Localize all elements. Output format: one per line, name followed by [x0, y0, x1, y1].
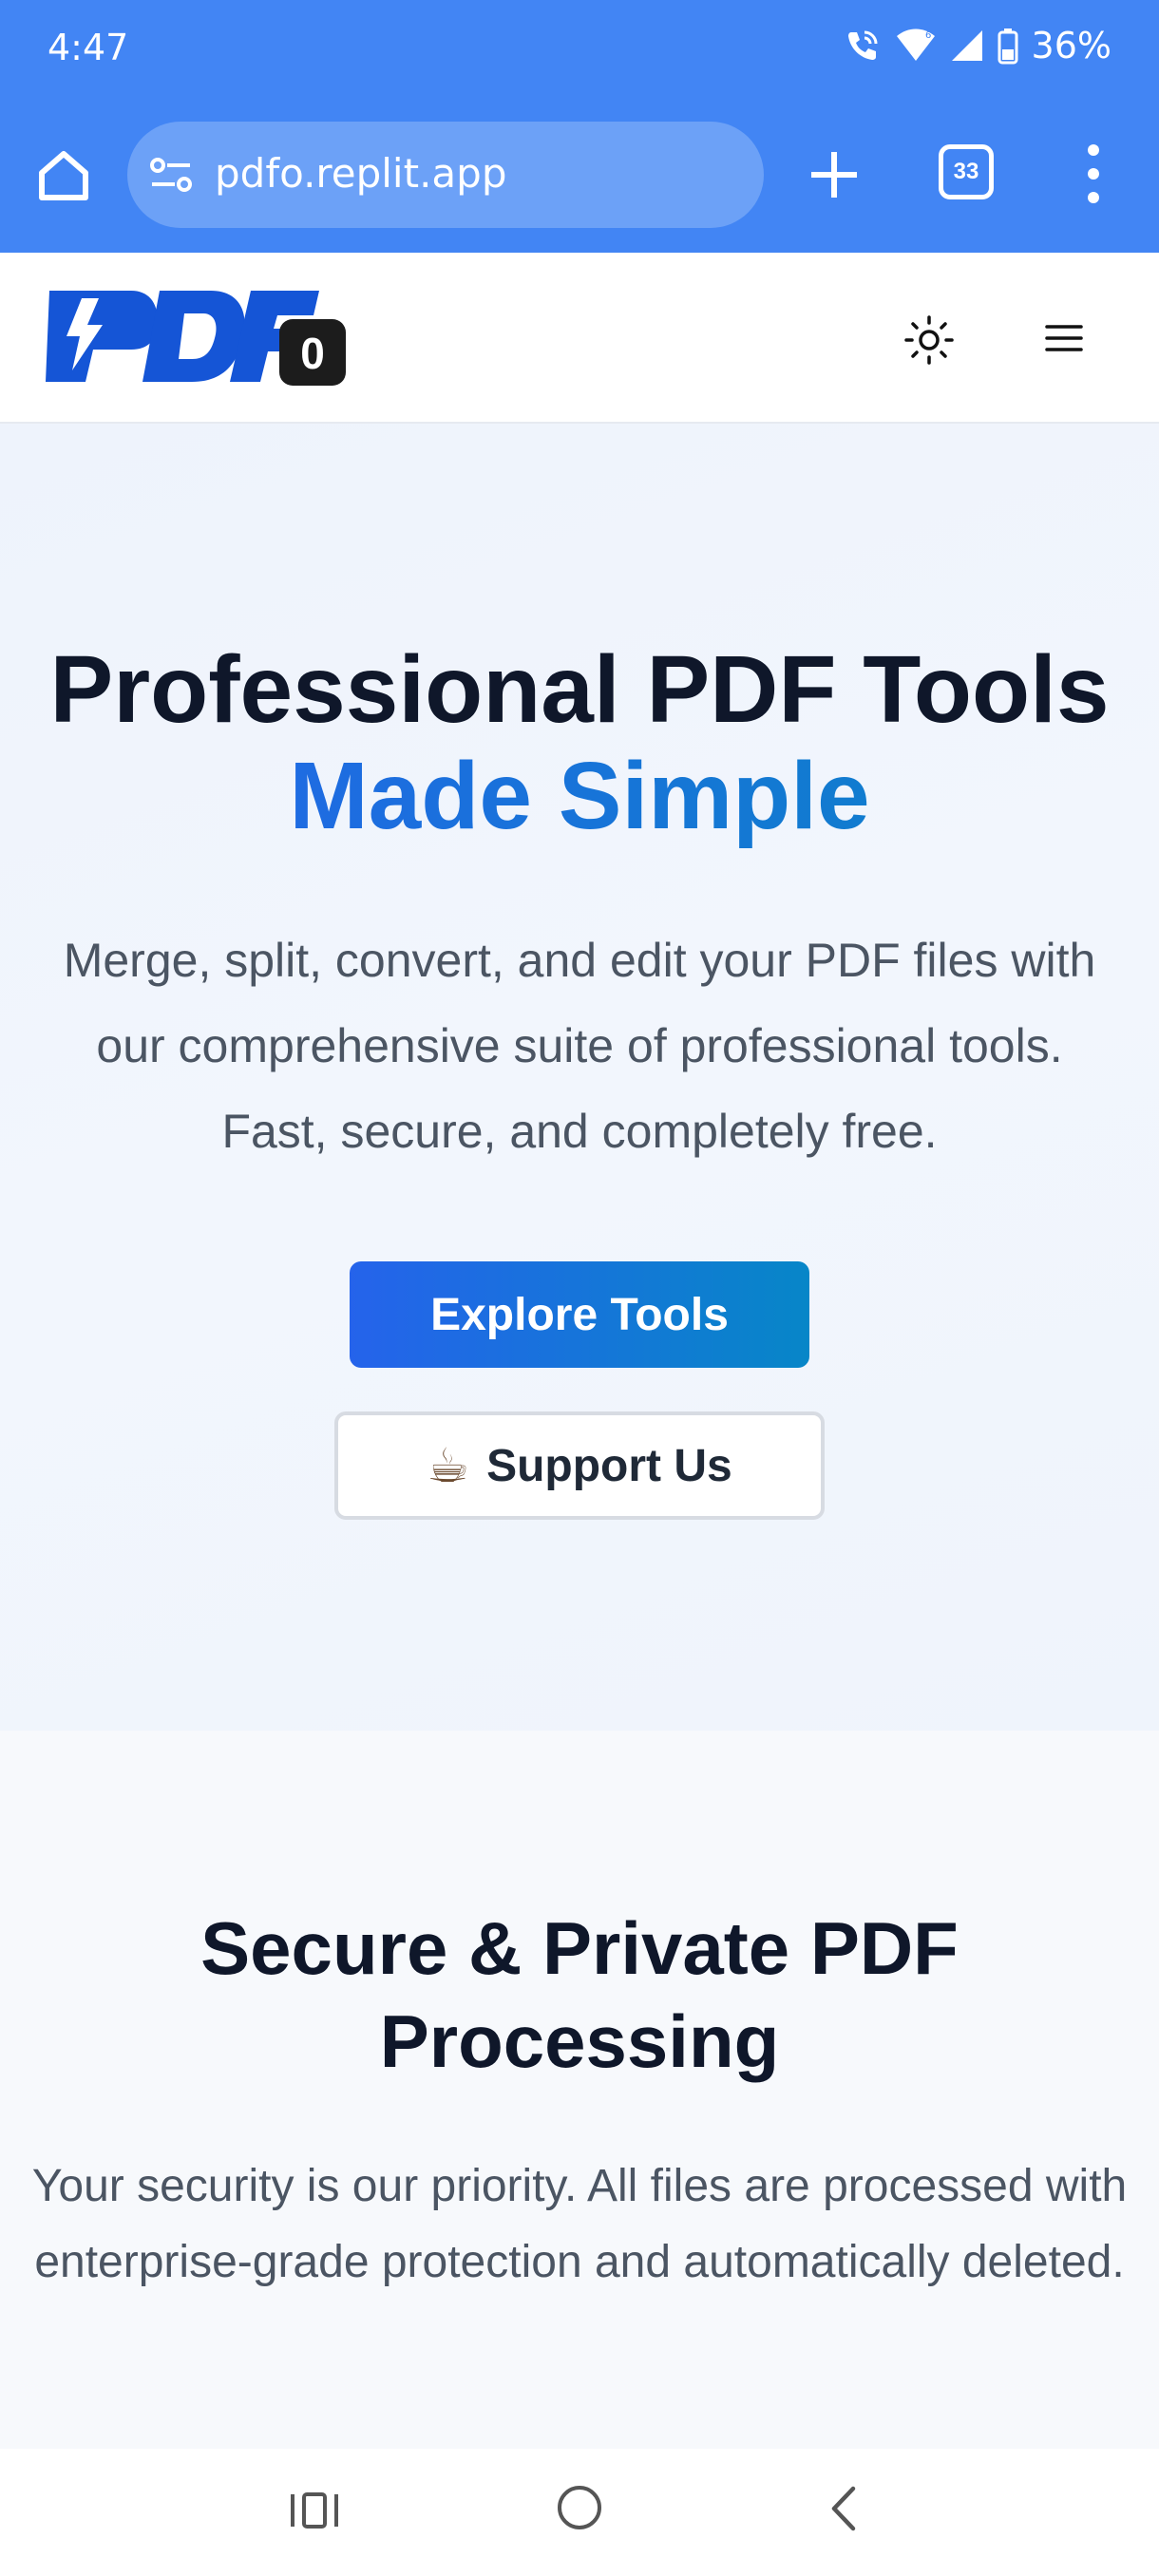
back-icon[interactable] — [823, 2483, 864, 2534]
tab-switcher-icon[interactable]: 33 — [939, 144, 994, 199]
explore-tools-label: Explore Tools — [430, 1289, 729, 1340]
pdfo-logo[interactable]: 0 — [44, 287, 350, 391]
hero-title-line1: Professional PDF Tools — [49, 636, 1110, 743]
url-row: pdfo.replit.app 33 — [0, 112, 1159, 237]
wifi-6-icon: 6 — [896, 28, 935, 61]
overflow-menu-icon[interactable] — [1079, 141, 1108, 207]
status-time: 4:47 — [48, 27, 129, 68]
security-title: Secure & Private PDF Processing — [200, 1906, 959, 2083]
coffee-cup-icon: ☕ — [427, 1438, 470, 1493]
hero-title: Professional PDF Tools Made Simple — [0, 636, 1159, 849]
explore-tools-button[interactable]: Explore Tools — [350, 1261, 809, 1368]
security-section: Secure & Private PDF Processing Your sec… — [0, 1731, 1159, 2449]
cell-signal-icon — [951, 30, 982, 61]
security-description: Your security is our priority. All files… — [31, 2161, 1128, 2287]
battery-percent: 36% — [1031, 25, 1112, 66]
status-icons: 6 36% — [844, 25, 1112, 66]
tab-count: 33 — [953, 159, 979, 184]
status-bar: 4:47 6 36% — [0, 0, 1159, 101]
home-circle-icon[interactable] — [555, 2483, 604, 2532]
browser-chrome: 4:47 6 36% pdfo.replit.app 33 — [0, 0, 1159, 253]
wifi-calling-icon — [847, 30, 878, 60]
recents-icon[interactable] — [289, 2487, 340, 2534]
sun-icon[interactable] — [901, 312, 958, 369]
url-text: pdfo.replit.app — [215, 150, 507, 197]
hamburger-menu-icon[interactable] — [1037, 312, 1091, 365]
svg-text:6: 6 — [925, 30, 931, 41]
hero-title-line2: Made Simple — [0, 743, 1159, 849]
new-tab-icon[interactable] — [806, 146, 863, 203]
hero-section: Professional PDF Tools Made Simple Merge… — [0, 424, 1159, 1731]
hero-description: Merge, split, convert, and edit your PDF… — [63, 934, 1096, 1158]
site-settings-icon[interactable] — [150, 156, 192, 194]
home-icon[interactable] — [34, 146, 93, 205]
address-bar[interactable]: pdfo.replit.app — [127, 122, 764, 228]
battery-icon — [998, 28, 1018, 65]
support-us-button[interactable]: ☕ Support Us — [334, 1411, 825, 1520]
svg-text:0: 0 — [300, 329, 325, 378]
site-header: 0 — [0, 253, 1159, 424]
system-nav-bar — [0, 2449, 1159, 2576]
support-us-label: Support Us — [486, 1440, 732, 1491]
